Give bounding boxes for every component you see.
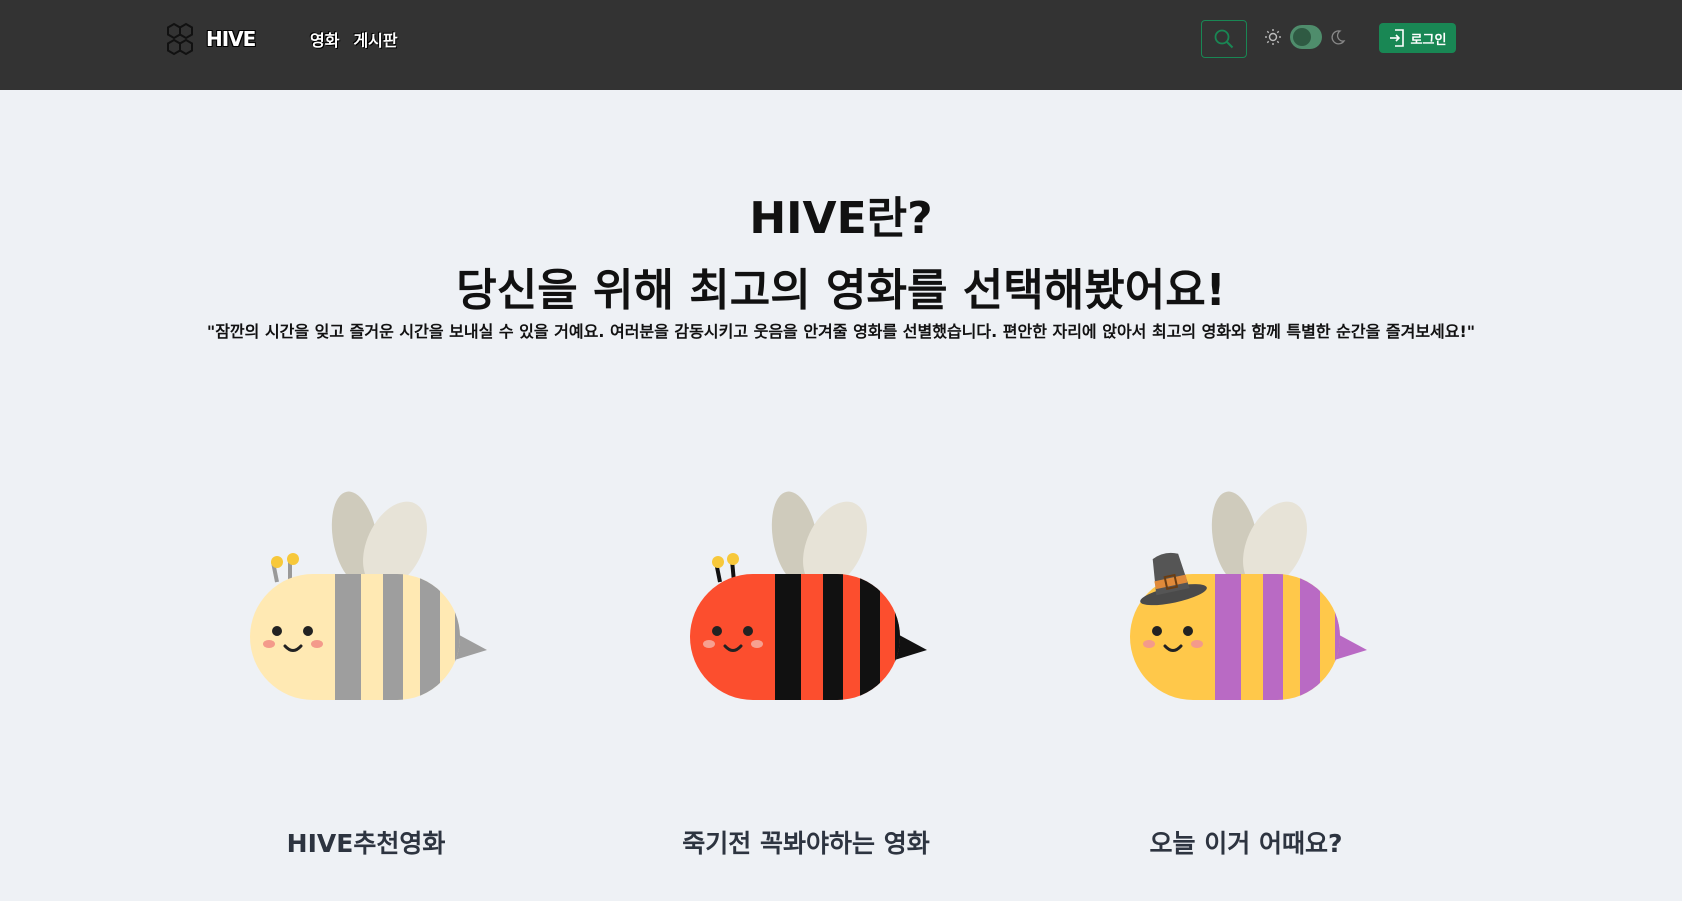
bee-cream-icon	[250, 491, 487, 700]
hero-subtitle: 당신을 위해 최고의 영화를 선택해봤어요!	[456, 265, 1226, 316]
card-label-must-watch[interactable]: 죽기전 꼭봐야하는 영화	[606, 824, 1006, 860]
nav-link-board[interactable]: 게시판	[353, 27, 397, 51]
brand-logo[interactable]: HIVE	[164, 20, 256, 58]
search-icon	[1214, 29, 1234, 49]
sun-icon	[1265, 29, 1281, 45]
brand-text: HIVE	[206, 27, 256, 51]
card-bee-pilgrim[interactable]	[1125, 490, 1375, 710]
bee-red-icon	[690, 491, 927, 700]
card-label-hive-recommend[interactable]: HIVE추천영화	[166, 824, 566, 860]
theme-toggle[interactable]	[1290, 25, 1322, 49]
hero-title: HIVE란?	[749, 193, 933, 244]
hexagon-logo-icon	[167, 22, 193, 56]
navbar: HIVE 영화 게시판 로그인	[0, 0, 1682, 90]
search-button[interactable]	[1201, 20, 1247, 58]
nav-links: 영화 게시판	[310, 27, 398, 51]
toggle-knob	[1293, 28, 1311, 46]
nav-link-movies[interactable]: 영화	[310, 27, 339, 51]
login-icon	[1389, 29, 1404, 47]
login-label: 로그인	[1410, 32, 1447, 48]
login-button[interactable]: 로그인	[1379, 23, 1456, 53]
card-bee-cream[interactable]	[245, 490, 495, 710]
card-label-today-pick[interactable]: 오늘 이거 어때요?	[1046, 824, 1446, 860]
theme-switch	[1264, 25, 1346, 49]
card-bee-red[interactable]	[685, 490, 935, 710]
bee-pilgrim-icon	[1130, 491, 1367, 700]
hero-quote: "잠깐의 시간을 잊고 즐거운 시간을 보내실 수 있을 거예요. 여러분을 감…	[206, 322, 1476, 341]
moon-icon	[1331, 30, 1346, 45]
